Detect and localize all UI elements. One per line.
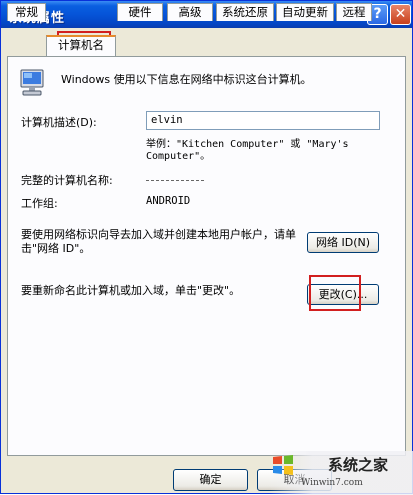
tab-computer-name[interactable]: 计算机名 <box>46 35 116 56</box>
network-id-button[interactable]: 网络 ID(N) <box>307 232 379 253</box>
workgroup-label: 工作组: <box>21 197 58 210</box>
tab-general[interactable]: 常规 <box>7 3 46 21</box>
description-label: 计算机描述(D): <box>21 116 97 129</box>
computer-description-input[interactable]: elvin <box>146 111 380 130</box>
computer-monitor-icon <box>20 69 44 96</box>
tab-label: 系统还原 <box>222 5 268 19</box>
tab-advanced[interactable]: 高级 <box>167 3 213 21</box>
tab-label: 常规 <box>15 5 38 19</box>
close-button[interactable]: ✕ <box>390 4 411 25</box>
rename-text: 要重新命名此计算机或加入域，单击"更改"。 <box>21 284 241 297</box>
tab-label: 远程 <box>342 5 366 19</box>
system-properties-window: 系统属性 ? ✕ 常规 计算机名 硬件 高级 系统还原 自动更新 远程 Wind… <box>0 0 413 495</box>
workgroup-value: ANDROID <box>146 195 191 207</box>
network-id-text: 要使用网络标识向导去加入域并创建本地用户帐户，请单击"网络 ID"。 <box>21 228 296 255</box>
tab-system-restore[interactable]: 系统还原 <box>216 3 274 21</box>
tab-remote[interactable]: 远程 <box>336 3 372 21</box>
watermark-brand: 系统之家 <box>328 456 389 474</box>
redacted-name <box>146 174 204 181</box>
tab-label: 计算机名 <box>58 38 104 52</box>
intro-text: Windows 使用以下信息在网络中标识这台计算机。 <box>61 73 312 86</box>
tab-automatic-updates[interactable]: 自动更新 <box>276 3 334 21</box>
tab-hardware[interactable]: 硬件 <box>117 3 163 21</box>
description-example: 举例："Kitchen Computer" 或 "Mary's Computer… <box>146 139 349 162</box>
change-button[interactable]: 更改(C)... <box>307 284 379 305</box>
tab-label: 自动更新 <box>282 5 328 19</box>
tab-label: 高级 <box>178 5 202 19</box>
full-name-label: 完整的计算机名称: <box>21 174 113 187</box>
watermark-site: Winwin7.com <box>301 478 363 488</box>
windows-logo-icon <box>273 455 293 475</box>
ok-button[interactable]: 确定 <box>173 469 248 491</box>
tab-label: 硬件 <box>128 5 152 19</box>
